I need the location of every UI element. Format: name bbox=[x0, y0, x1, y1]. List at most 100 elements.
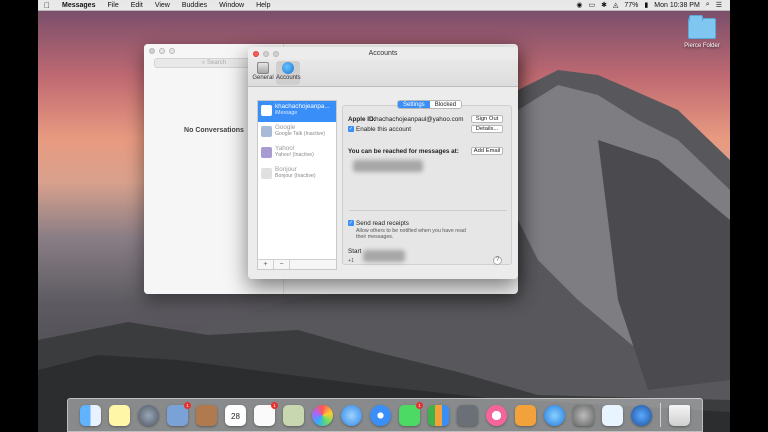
search-placeholder: Search bbox=[207, 60, 227, 66]
airplay-icon[interactable]: ▭ bbox=[589, 1, 596, 9]
ibooks-icon[interactable] bbox=[515, 404, 536, 426]
facetime-badge: 1 bbox=[416, 401, 423, 409]
window-title: Accounts bbox=[368, 50, 398, 57]
dock: 1 28 1 1 bbox=[67, 398, 703, 432]
preferences-toolbar: General Accounts bbox=[248, 59, 518, 87]
start-label: Start bbox=[348, 248, 362, 255]
apple-icon[interactable]:  bbox=[38, 1, 56, 10]
clock[interactable]: Mon 10:38 PM bbox=[654, 2, 700, 9]
folder-label: Pierce Folder bbox=[684, 43, 720, 49]
account-type: Bonjour (Inactive) bbox=[275, 173, 316, 179]
messages-icon[interactable] bbox=[341, 404, 362, 426]
account-item-google[interactable]: Google Google Talk (Inactive) bbox=[258, 122, 336, 143]
safari-icon[interactable] bbox=[370, 404, 391, 426]
keynote-icon[interactable] bbox=[457, 404, 478, 426]
account-item-yahoo[interactable]: Yahoo! Yahoo! (Inactive) bbox=[258, 143, 336, 164]
menu-edit[interactable]: Edit bbox=[125, 2, 149, 9]
battery-percent[interactable]: 77% bbox=[624, 2, 638, 9]
blurred-start-value bbox=[363, 250, 405, 262]
launchpad-icon[interactable] bbox=[138, 404, 159, 426]
at-icon bbox=[282, 62, 294, 74]
account-type: Yahoo! (Inactive) bbox=[275, 152, 314, 158]
account-item-imessage[interactable]: khachachojeanpa... iMessage bbox=[258, 101, 336, 122]
calendar-icon[interactable]: 28 bbox=[225, 404, 246, 426]
read-receipts-description-line-2: their messages. bbox=[356, 234, 394, 240]
menu-file[interactable]: File bbox=[101, 2, 124, 9]
spotlight-icon[interactable]: ⌕ bbox=[706, 1, 710, 9]
sign-out-button[interactable]: Sign Out bbox=[471, 115, 503, 123]
google-icon bbox=[261, 126, 272, 137]
read-receipts-checkbox[interactable]: ✓ bbox=[348, 220, 354, 226]
folder-icon bbox=[688, 15, 716, 39]
menu-app-messages[interactable]: Messages bbox=[56, 2, 101, 9]
settings-tabs: Settings Blocked bbox=[397, 100, 463, 109]
close-button[interactable] bbox=[149, 48, 155, 54]
enable-account-checkbox[interactable]: ✓ bbox=[348, 126, 354, 132]
window-controls bbox=[149, 48, 175, 54]
details-button[interactable]: Details... bbox=[471, 125, 503, 133]
contacts-icon[interactable] bbox=[196, 404, 217, 426]
account-settings-pane: Apple ID: khachachojeanpaul@yahoo.com Si… bbox=[342, 100, 512, 270]
account-name: Bonjour bbox=[275, 166, 297, 173]
finder-icon[interactable] bbox=[80, 404, 101, 426]
numbers-icon[interactable] bbox=[428, 404, 449, 426]
bluetooth-icon[interactable]: ✱ bbox=[601, 1, 607, 9]
menu-buddies[interactable]: Buddies bbox=[176, 2, 213, 9]
accounts-window: Accounts General Accounts khachachojeanp… bbox=[248, 47, 518, 279]
remove-account-button[interactable]: − bbox=[274, 260, 290, 269]
status-circle-icon[interactable]: ◉ bbox=[576, 1, 582, 9]
mail-badge: 1 bbox=[184, 401, 191, 409]
reminders-badge: 1 bbox=[271, 401, 278, 409]
toolbar-accounts[interactable]: Accounts bbox=[276, 61, 301, 85]
menu-view[interactable]: View bbox=[149, 2, 176, 9]
itunes-icon[interactable] bbox=[486, 404, 507, 426]
menu-window[interactable]: Window bbox=[213, 2, 250, 9]
photos-icon[interactable] bbox=[312, 404, 333, 426]
divider bbox=[349, 210, 507, 211]
tab-blocked[interactable]: Blocked bbox=[429, 101, 462, 108]
menu-help[interactable]: Help bbox=[250, 2, 276, 9]
dock-separator bbox=[660, 403, 661, 427]
start-value[interactable]: +1 bbox=[348, 258, 354, 264]
account-name: Yahoo! bbox=[275, 145, 295, 152]
bonjour-icon bbox=[261, 168, 272, 179]
app-store-icon[interactable] bbox=[544, 404, 565, 426]
mail-stamp-icon[interactable]: 1 bbox=[167, 401, 191, 426]
desktop-folder[interactable]: Pierce Folder bbox=[674, 15, 730, 49]
trash-icon[interactable] bbox=[669, 404, 690, 426]
notification-center-icon[interactable]: ☰ bbox=[716, 1, 722, 9]
read-receipts-label: Send read receipts bbox=[356, 220, 409, 227]
quicktime-icon[interactable] bbox=[631, 404, 652, 426]
toolbar-accounts-label: Accounts bbox=[276, 75, 301, 81]
search-icon: ⌕ bbox=[201, 60, 206, 66]
blurred-address bbox=[353, 160, 423, 172]
notes-icon[interactable] bbox=[109, 404, 130, 426]
preview-icon[interactable] bbox=[283, 404, 304, 426]
account-type: Google Talk (Inactive) bbox=[275, 131, 326, 137]
toolbar-general-label: General bbox=[252, 75, 274, 81]
settings-box: Apple ID: khachachojeanpaul@yahoo.com Si… bbox=[342, 105, 512, 265]
account-list-footer: + − bbox=[258, 259, 336, 269]
facetime-icon[interactable]: 1 bbox=[399, 401, 423, 426]
wifi-icon[interactable]: ◬ bbox=[613, 1, 618, 9]
account-item-bonjour[interactable]: Bonjour Bonjour (Inactive) bbox=[258, 164, 336, 185]
teamviewer-icon[interactable] bbox=[602, 404, 623, 426]
minimize-button[interactable] bbox=[159, 48, 165, 54]
battery-icon[interactable]: ▮ bbox=[644, 1, 648, 9]
tab-settings[interactable]: Settings bbox=[398, 101, 430, 108]
enable-account-label: Enable this account bbox=[356, 126, 411, 133]
system-preferences-icon[interactable] bbox=[573, 404, 594, 426]
add-email-button[interactable]: Add Email bbox=[471, 147, 503, 155]
menu-bar:  Messages File Edit View Buddies Window… bbox=[38, 0, 730, 11]
toolbar-general[interactable]: General bbox=[251, 61, 275, 85]
apple-id-value: khachachojeanpaul@yahoo.com bbox=[372, 116, 464, 123]
at-icon bbox=[261, 105, 272, 116]
reminders-icon[interactable]: 1 bbox=[254, 401, 278, 426]
yahoo-icon bbox=[261, 147, 272, 158]
add-account-button[interactable]: + bbox=[258, 260, 274, 269]
account-name: khachachojeanpa... bbox=[275, 103, 330, 110]
zoom-button[interactable] bbox=[169, 48, 175, 54]
reach-label: You can be reached for messages at: bbox=[348, 148, 459, 155]
account-list: khachachojeanpa... iMessage Google Googl… bbox=[257, 100, 337, 270]
help-button[interactable]: ? bbox=[493, 256, 502, 265]
